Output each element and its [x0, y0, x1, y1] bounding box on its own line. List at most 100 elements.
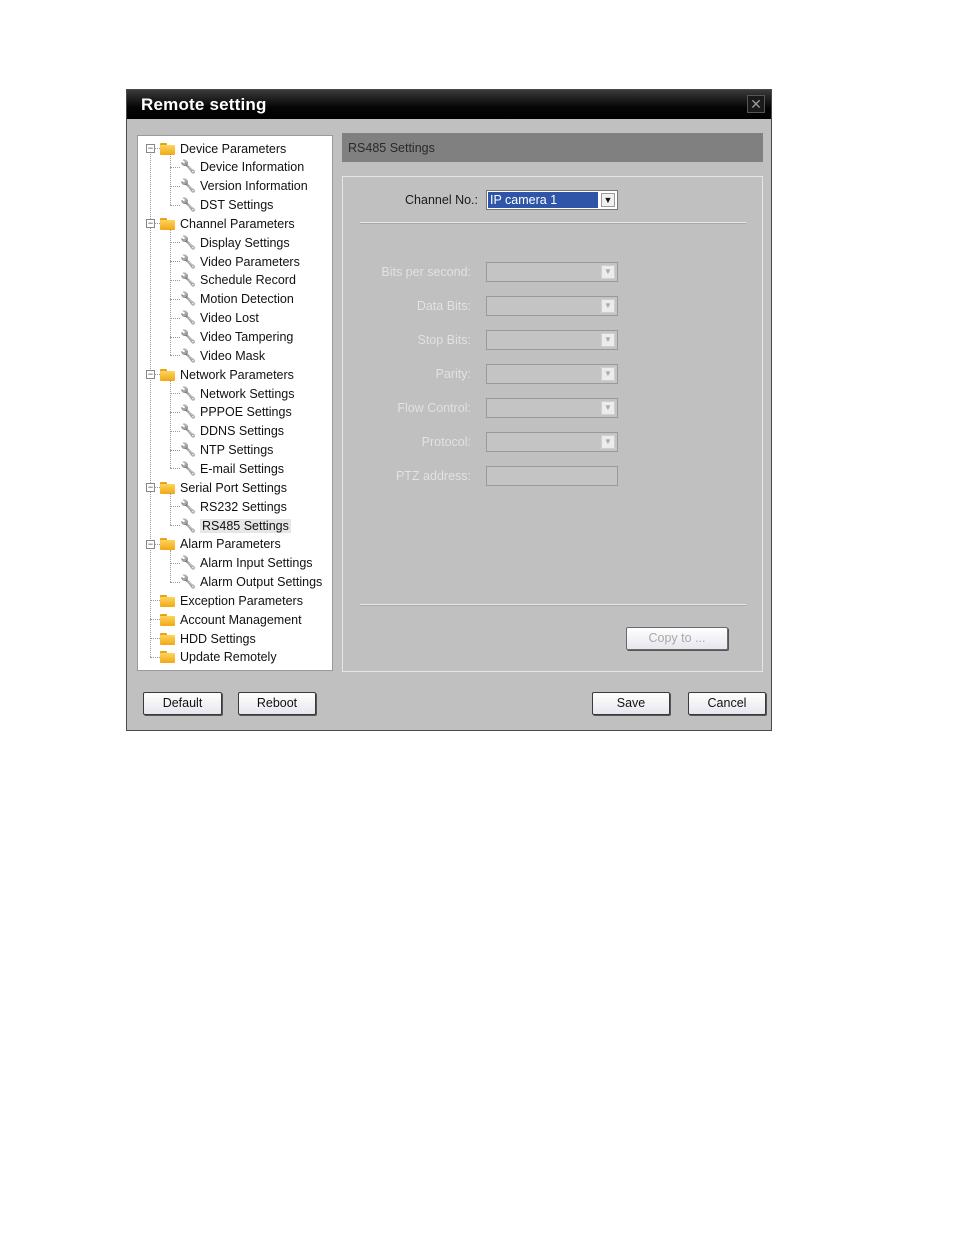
- tree-item-network-settings[interactable]: 🔧 Network Settings: [180, 384, 294, 403]
- tree-group-serial-port-settings[interactable]: Serial Port Settings: [160, 478, 287, 497]
- tree-item-label: Video Mask: [200, 348, 266, 363]
- wrench-icon: 🔧: [180, 159, 197, 175]
- title-bar[interactable]: Remote setting ✕: [127, 90, 771, 119]
- tree-group-update-remotely[interactable]: Update Remotely: [160, 648, 277, 667]
- parity-select[interactable]: ▼: [486, 364, 618, 384]
- settings-tree: Device Parameters − 🔧 Device Information 🔧 Ve…: [137, 135, 333, 671]
- wrench-icon: 🔧: [180, 574, 197, 590]
- cancel-button[interactable]: Cancel: [688, 692, 766, 715]
- stop-bits-select[interactable]: ▼: [486, 330, 618, 350]
- tree-group-label: Device Parameters: [180, 141, 287, 156]
- tree-item-label: Alarm Output Settings: [200, 575, 323, 590]
- tree-group-device-parameters[interactable]: Device Parameters: [160, 139, 286, 158]
- tree-group-label: Channel Parameters: [180, 216, 295, 231]
- flow-control-label: Flow Control:: [397, 401, 471, 415]
- tree-connector: [170, 430, 180, 432]
- tree-group-channel-parameters[interactable]: Channel Parameters: [160, 214, 295, 233]
- tree-connector: [170, 562, 180, 564]
- separator-bottom: [360, 604, 746, 606]
- tree-connector: [170, 355, 180, 357]
- section-title: RS485 Settings: [348, 141, 435, 155]
- tree-group-account-management[interactable]: Account Management: [160, 610, 302, 629]
- parity-label: Parity:: [435, 367, 471, 381]
- tree-item-video-tampering[interactable]: 🔧 Video Tampering: [180, 328, 293, 347]
- tree-connector: [170, 229, 171, 356]
- tree-item-device-information[interactable]: 🔧 Device Information: [180, 158, 304, 177]
- separator-top: [360, 222, 746, 224]
- wrench-icon: 🔧: [180, 460, 197, 476]
- tree-group-hdd-settings[interactable]: HDD Settings: [160, 629, 256, 648]
- ptz-address-input[interactable]: [486, 466, 618, 486]
- tree-item-alarm-output-settings[interactable]: 🔧 Alarm Output Settings: [180, 573, 322, 592]
- wrench-icon: 🔧: [180, 234, 197, 250]
- tree-item-label: DDNS Settings: [200, 424, 285, 439]
- tree-item-ddns-settings[interactable]: 🔧 DDNS Settings: [180, 422, 284, 441]
- tree-item-schedule-record[interactable]: 🔧 Schedule Record: [180, 271, 296, 290]
- tree-group-label: Serial Port Settings: [180, 480, 287, 495]
- copy-to-button[interactable]: Copy to ...: [626, 627, 728, 650]
- tree-item-video-parameters[interactable]: 🔧 Video Parameters: [180, 252, 300, 271]
- tree-group-exception-parameters[interactable]: Exception Parameters: [160, 591, 303, 610]
- tree-connector: [150, 619, 160, 621]
- tree-item-motion-detection[interactable]: 🔧 Motion Detection: [180, 290, 294, 309]
- tree-connector: [155, 148, 160, 149]
- close-button[interactable]: ✕: [747, 95, 765, 113]
- default-button[interactable]: Default: [143, 692, 222, 715]
- flow-control-select[interactable]: ▼: [486, 398, 618, 418]
- tree-group-label: Update Remotely: [180, 650, 277, 665]
- tree-item-pppoe-settings[interactable]: 🔧 PPPOE Settings: [180, 403, 292, 422]
- stop-bits-label: Stop Bits:: [417, 333, 472, 347]
- reboot-button[interactable]: Reboot: [238, 692, 316, 715]
- tree-item-video-lost[interactable]: 🔧 Video Lost: [180, 309, 259, 328]
- wrench-icon: 🔧: [180, 310, 197, 326]
- tree-item-label: Video Lost: [200, 311, 259, 326]
- section-header: RS485 Settings: [342, 133, 763, 162]
- tree-connector: [170, 166, 180, 168]
- tree-connector: [150, 656, 160, 658]
- channel-select[interactable]: IP camera 1 ▼: [486, 190, 618, 210]
- tree-connector: [155, 223, 160, 225]
- folder-icon: [160, 481, 175, 494]
- tree-item-display-settings[interactable]: 🔧 Display Settings: [180, 233, 290, 252]
- tree-item-label: Motion Detection: [200, 292, 294, 307]
- tree-connector: [170, 393, 180, 395]
- data-bits-select[interactable]: ▼: [486, 296, 618, 316]
- chevron-down-icon[interactable]: ▼: [601, 401, 615, 415]
- chevron-down-icon[interactable]: ▼: [601, 333, 615, 347]
- tree-item-label: Alarm Input Settings: [200, 556, 313, 571]
- collapse-icon[interactable]: −: [146, 144, 155, 153]
- tree-item-alarm-input-settings[interactable]: 🔧 Alarm Input Settings: [180, 554, 313, 573]
- bits-per-second-select[interactable]: ▼: [486, 262, 618, 282]
- tree-item-dst-settings[interactable]: 🔧 DST Settings: [180, 196, 273, 215]
- tree-item-rs485-settings[interactable]: 🔧 RS485 Settings: [180, 516, 291, 535]
- folder-icon: [160, 613, 175, 626]
- folder-icon: [160, 217, 175, 230]
- chevron-down-icon[interactable]: ▼: [601, 435, 615, 449]
- save-button[interactable]: Save: [592, 692, 670, 715]
- tree-item-e-mail-settings[interactable]: 🔧 E-mail Settings: [180, 459, 284, 478]
- chevron-down-icon[interactable]: ▼: [601, 265, 615, 279]
- chevron-down-icon[interactable]: ▼: [601, 367, 615, 381]
- tree-group-label: Network Parameters: [180, 367, 294, 382]
- wrench-icon: 🔧: [180, 197, 197, 213]
- tree-item-rs232-settings[interactable]: 🔧 RS232 Settings: [180, 497, 287, 516]
- protocol-select[interactable]: ▼: [486, 432, 618, 452]
- tree-item-video-mask[interactable]: 🔧 Video Mask: [180, 346, 265, 365]
- tree-item-ntp-settings[interactable]: 🔧 NTP Settings: [180, 441, 273, 460]
- wrench-icon: 🔧: [180, 498, 197, 514]
- tree-item-version-information[interactable]: 🔧 Version Information: [180, 177, 308, 196]
- collapse-icon[interactable]: −: [146, 219, 155, 229]
- chevron-down-icon[interactable]: ▼: [601, 193, 615, 207]
- collapse-icon[interactable]: −: [146, 539, 155, 549]
- tree-item-label: RS232 Settings: [200, 499, 287, 514]
- chevron-down-icon[interactable]: ▼: [601, 299, 615, 313]
- collapse-icon[interactable]: −: [146, 370, 155, 380]
- tree-group-alarm-parameters[interactable]: Alarm Parameters: [160, 535, 281, 554]
- collapse-icon[interactable]: −: [146, 483, 155, 493]
- tree-group-network-parameters[interactable]: Network Parameters: [160, 365, 294, 384]
- tree-item-label: NTP Settings: [200, 443, 274, 458]
- tree-item-label: Video Tampering: [200, 330, 294, 344]
- folder-icon: [160, 651, 175, 664]
- tree-connector: [170, 153, 171, 205]
- folder-icon: [160, 594, 175, 607]
